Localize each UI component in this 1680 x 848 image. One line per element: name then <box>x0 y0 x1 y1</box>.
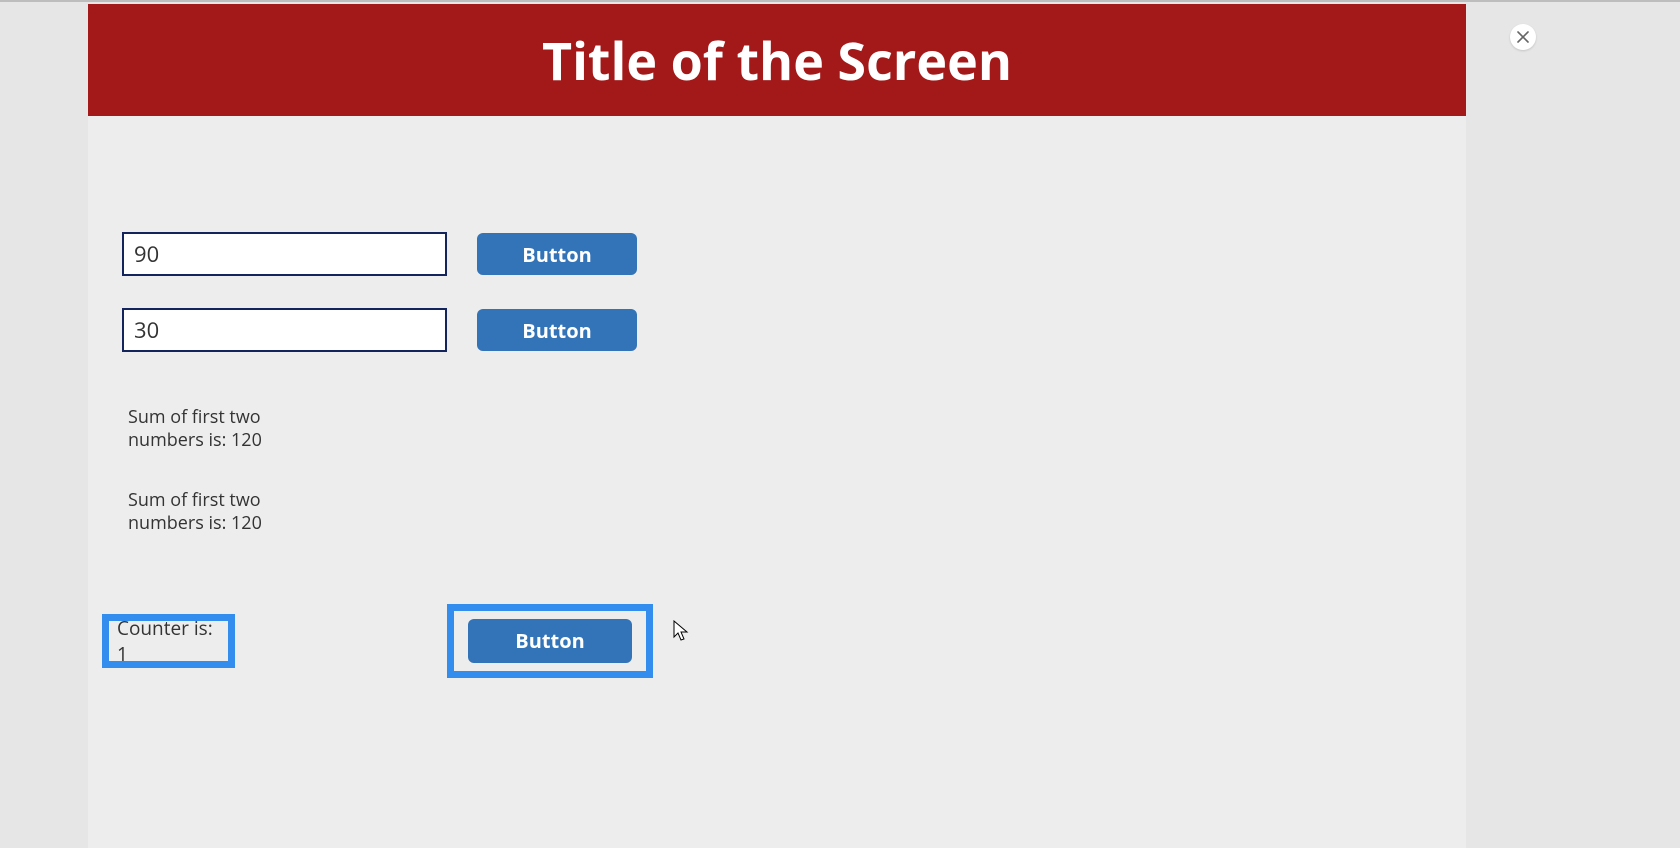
counter-row: Counter is: 1 Button <box>102 604 1432 678</box>
top-divider <box>0 0 1680 2</box>
sum-result-1: Sum of first two numbers is: 120 <box>128 406 263 453</box>
counter-button[interactable]: Button <box>468 619 632 663</box>
close-button[interactable] <box>1510 24 1536 50</box>
page-title: Title of the Screen <box>542 25 1012 96</box>
counter-highlight: Counter is: 1 <box>102 614 235 668</box>
counter-label: Counter is: 1 <box>117 615 220 667</box>
button-first[interactable]: Button <box>477 233 637 275</box>
input-first[interactable] <box>122 232 447 276</box>
sum-result-2: Sum of first two numbers is: 120 <box>128 489 263 536</box>
button-second[interactable]: Button <box>477 309 637 351</box>
input-row-1: Button <box>122 232 1432 276</box>
input-row-2: Button <box>122 308 1432 352</box>
counter-button-highlight: Button <box>447 604 653 678</box>
header-bar: Title of the Screen <box>88 4 1466 116</box>
close-icon <box>1517 31 1529 43</box>
input-second[interactable] <box>122 308 447 352</box>
page-container: Title of the Screen Button Button Sum of… <box>88 4 1466 848</box>
content-area: Button Button Sum of first two numbers i… <box>88 116 1466 678</box>
